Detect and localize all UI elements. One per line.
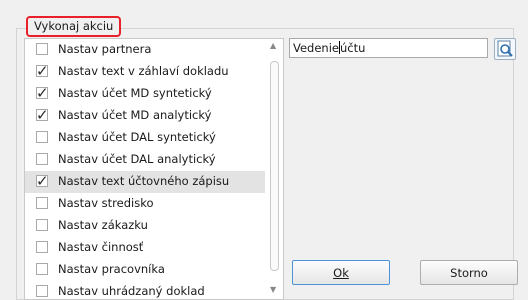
action-list-item[interactable]: Nastav činnosť (25, 237, 265, 259)
storno-button-label: Storno (450, 265, 488, 280)
action-checkbox[interactable] (36, 219, 48, 231)
scroll-up-icon[interactable]: ▲ (270, 41, 276, 50)
text-before-caret: Vedenie (293, 41, 339, 55)
text-after-caret: účtu (339, 41, 366, 55)
checkmark-icon: ✓ (36, 84, 49, 102)
action-list-item[interactable]: Nastav zákazku (25, 215, 265, 237)
action-label: Nastav stredisko (58, 196, 154, 210)
checkmark-icon: ✓ (36, 106, 49, 124)
list-scrollbar[interactable]: ▲ ▼ (267, 39, 282, 299)
storno-button[interactable]: Storno (420, 260, 518, 285)
ok-button-label: Ok (333, 265, 349, 280)
action-label: Nastav zákazku (58, 218, 148, 232)
action-label: Nastav partnera (58, 42, 152, 56)
scroll-thumb[interactable] (270, 61, 279, 271)
action-checkbox[interactable] (36, 197, 48, 209)
action-list-item[interactable]: ✓ Nastav text v záhlaví dokladu (25, 61, 265, 83)
action-checkbox[interactable] (36, 241, 48, 253)
action-checkbox[interactable] (36, 285, 48, 297)
action-checkbox[interactable]: ✓ (36, 84, 49, 102)
checkmark-icon: ✓ (36, 62, 49, 80)
action-list-item[interactable]: ✓ Nastav účet MD syntetický (25, 83, 265, 105)
action-list-item[interactable]: ✓ Nastav účet MD analytický (25, 105, 265, 127)
action-list-item[interactable]: Nastav stredisko (25, 193, 265, 215)
group-title: Vykonaj akciu (26, 16, 122, 37)
action-label: Nastav účet DAL analytický (58, 152, 216, 166)
ok-button[interactable]: Ok (292, 260, 390, 285)
action-list-item[interactable]: Nastav účet DAL analytický (25, 149, 265, 171)
scroll-down-icon[interactable]: ▼ (270, 285, 276, 294)
action-label: Nastav účet DAL syntetický (58, 130, 216, 144)
action-label: Nastav text účtovného zápisu (58, 174, 230, 188)
action-list-item[interactable]: Nastav uhrádzaný doklad (25, 281, 265, 299)
action-list-item[interactable]: Nastav pracovníka (25, 259, 265, 281)
action-checkbox[interactable] (36, 131, 48, 143)
action-checkbox[interactable]: ✓ (36, 172, 49, 190)
action-list-item[interactable]: ✓ Nastav text účtovného zápisu (25, 171, 265, 193)
text-input[interactable]: Vedenieúčtu (289, 38, 488, 58)
action-label: Nastav text v záhlaví dokladu (58, 64, 229, 78)
action-checklist[interactable]: Nastav partnera ✓ Nastav text v záhlaví do… (24, 38, 284, 300)
action-list-item[interactable]: Nastav partnera (25, 39, 265, 61)
action-checkbox[interactable] (36, 153, 48, 165)
action-label: Nastav pracovníka (58, 262, 165, 276)
action-checkbox[interactable]: ✓ (36, 62, 49, 80)
action-checkbox[interactable] (36, 263, 48, 275)
search-lookup-icon (497, 40, 513, 57)
action-label: Nastav činnosť (58, 240, 144, 254)
action-label: Nastav uhrádzaný doklad (58, 284, 205, 298)
action-label: Nastav účet MD syntetický (58, 86, 212, 100)
action-checkbox[interactable]: ✓ (36, 106, 49, 124)
action-list-item[interactable]: Nastav účet DAL syntetický (25, 127, 265, 149)
checkmark-icon: ✓ (36, 172, 49, 190)
lookup-button[interactable] (494, 38, 516, 60)
action-label: Nastav účet MD analytický (58, 108, 212, 122)
action-checkbox[interactable] (36, 43, 48, 55)
